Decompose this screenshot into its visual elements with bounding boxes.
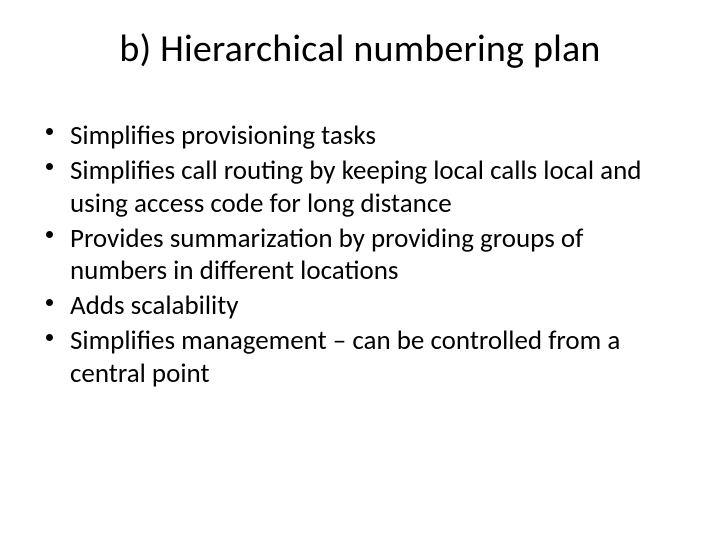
list-item: Simplifies provisioning tasks [42,120,684,153]
list-item-text: Simplifies provisioning tasks [70,119,376,152]
bullet-icon [46,163,53,170]
list-item-text: Adds scalability [70,289,239,322]
list-item: Provides summarization by providing grou… [42,223,684,289]
slide-title: b) Hierarchical numbering plan [36,28,684,72]
list-item: Adds scalability [42,290,684,323]
bullet-icon [46,299,53,306]
list-item-text: Provides summarization by providing grou… [70,222,583,288]
list-item: Simplifies management – can be controlle… [42,325,684,391]
list-item-text: Simplifies call routing by keeping local… [70,154,641,220]
bullet-icon [46,128,53,135]
list-item-text: Simplifies management – can be controlle… [70,324,620,390]
bullet-icon [46,231,53,238]
slide: b) Hierarchical numbering plan Simplifie… [0,0,720,540]
bullet-list: Simplifies provisioning tasks Simplifies… [36,120,684,392]
bullet-icon [46,334,53,341]
list-item: Simplifies call routing by keeping local… [42,155,684,221]
